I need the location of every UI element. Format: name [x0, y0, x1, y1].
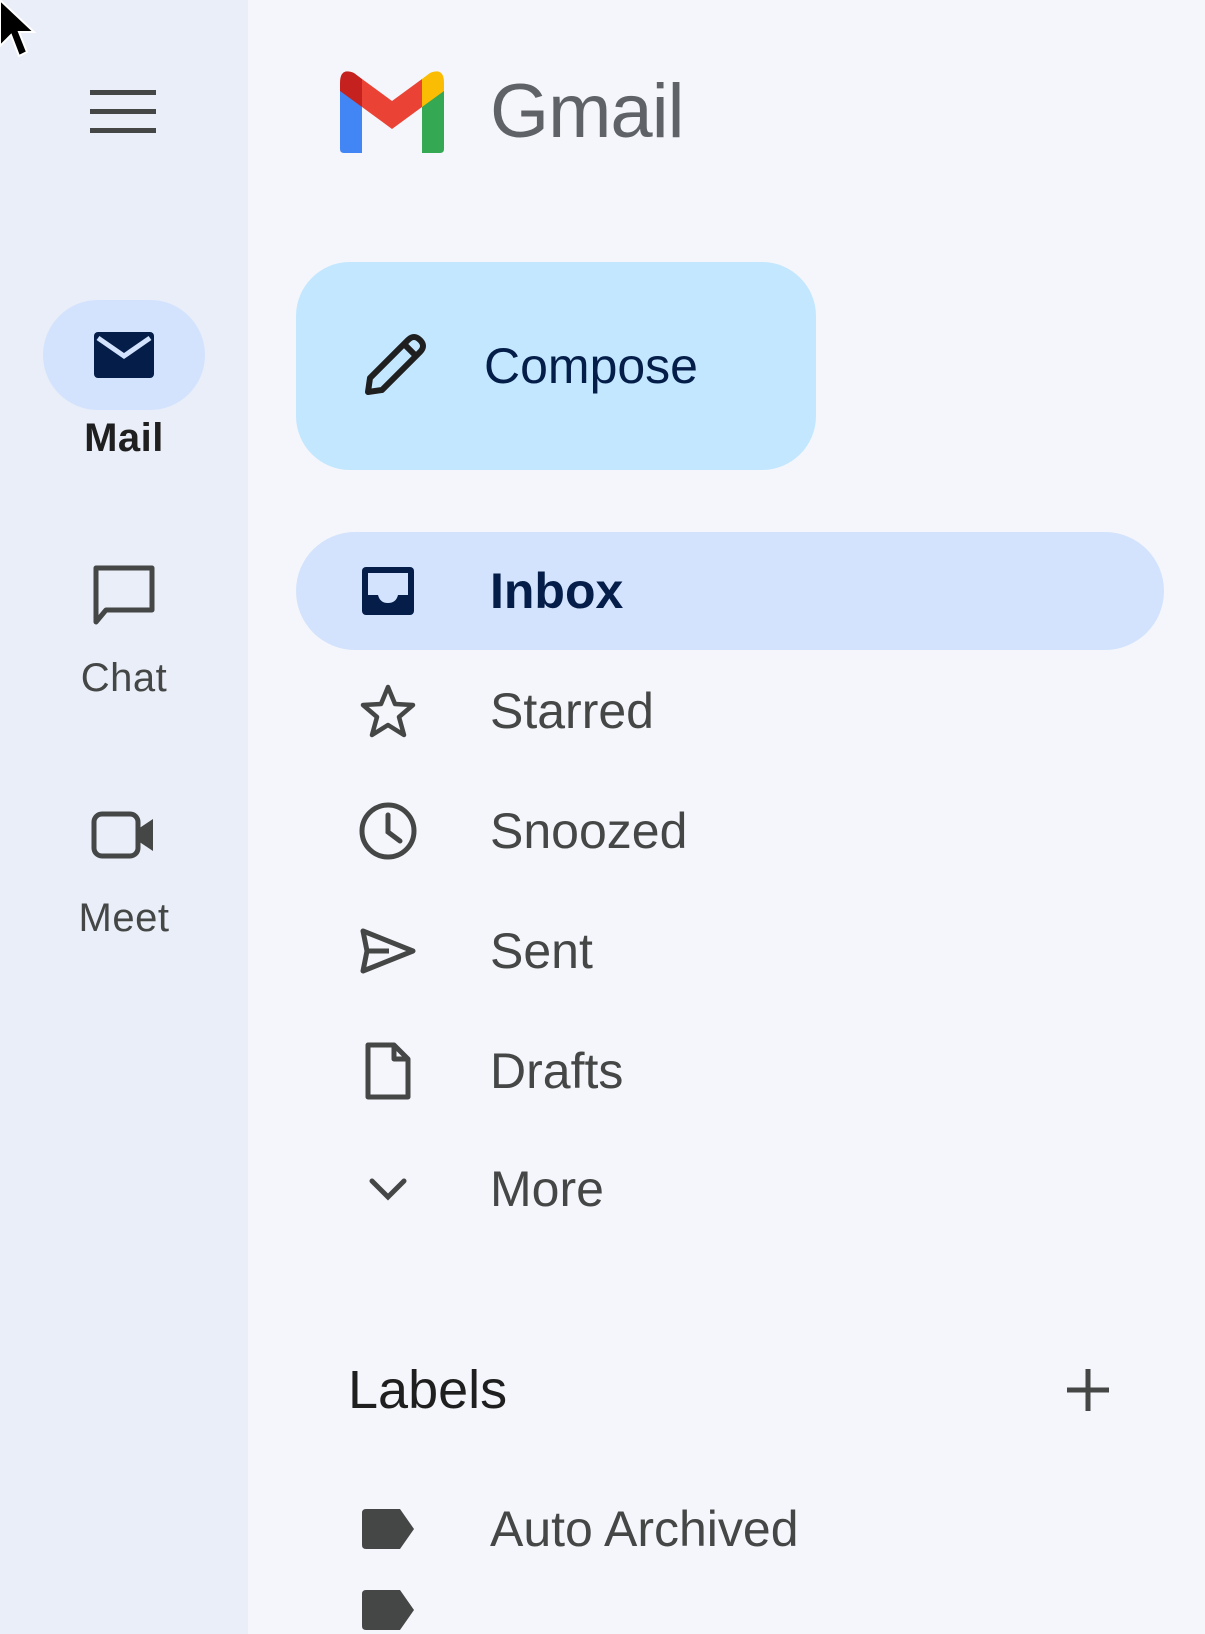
nav-item-more[interactable]: More [296, 1130, 1164, 1248]
rail-label-meet: Meet [78, 896, 170, 940]
mail-icon [94, 332, 154, 378]
clock-icon [358, 801, 418, 861]
label-icon [358, 1499, 418, 1559]
chevron-down-icon [358, 1159, 418, 1219]
label-name-auto-archived: Auto Archived [490, 1501, 799, 1557]
video-camera-icon [91, 811, 153, 859]
main-menu-button[interactable] [84, 80, 162, 144]
label-icon [358, 1588, 418, 1634]
gmail-m-icon [340, 70, 444, 153]
nav-item-starred[interactable]: Starred [296, 652, 1164, 770]
rail-pill-mail [43, 300, 205, 410]
app-rail: Mail Chat Meet [0, 0, 248, 1634]
nav-item-inbox[interactable]: Inbox [296, 532, 1164, 650]
rail-item-mail[interactable]: Mail [0, 300, 248, 461]
draft-icon [358, 1041, 418, 1101]
nav-label-inbox: Inbox [490, 563, 624, 619]
hamburger-menu-icon [90, 90, 156, 133]
gmail-logo[interactable]: Gmail [334, 68, 684, 155]
plus-icon [1067, 1369, 1109, 1411]
nav-item-snoozed[interactable]: Snoozed [296, 772, 1164, 890]
send-icon [358, 921, 418, 981]
nav-label-starred: Starred [490, 683, 654, 739]
rail-label-mail: Mail [84, 416, 164, 460]
labels-title: Labels [348, 1360, 508, 1420]
nav-item-drafts[interactable]: Drafts [296, 1012, 1164, 1130]
nav-label-snoozed: Snoozed [490, 803, 688, 859]
star-icon [358, 681, 418, 741]
pencil-icon [365, 334, 426, 395]
rail-item-meet[interactable]: Meet [0, 780, 248, 941]
chat-icon [93, 565, 155, 625]
compose-button[interactable]: Compose [296, 262, 816, 470]
inbox-icon [358, 561, 418, 621]
label-item-partial[interactable] [296, 1588, 1164, 1634]
nav-item-sent[interactable]: Sent [296, 892, 1164, 1010]
nav-label-more: More [490, 1161, 604, 1217]
rail-item-chat[interactable]: Chat [0, 540, 248, 701]
rail-pill-meet [43, 780, 205, 890]
create-label-button[interactable] [1048, 1350, 1128, 1430]
mouse-cursor-icon [0, 0, 37, 58]
rail-pill-chat [43, 540, 205, 650]
label-item-auto-archived[interactable]: Auto Archived [296, 1470, 1164, 1588]
app-title: Gmail [490, 69, 684, 154]
nav-label-sent: Sent [490, 923, 593, 979]
compose-label: Compose [484, 338, 698, 394]
gmail-app: Mail Chat Meet Gmail Compose Inbox Starr… [0, 0, 1205, 1634]
labels-header: Labels [348, 1350, 1128, 1430]
rail-label-chat: Chat [80, 656, 168, 700]
nav-label-drafts: Drafts [490, 1043, 624, 1099]
